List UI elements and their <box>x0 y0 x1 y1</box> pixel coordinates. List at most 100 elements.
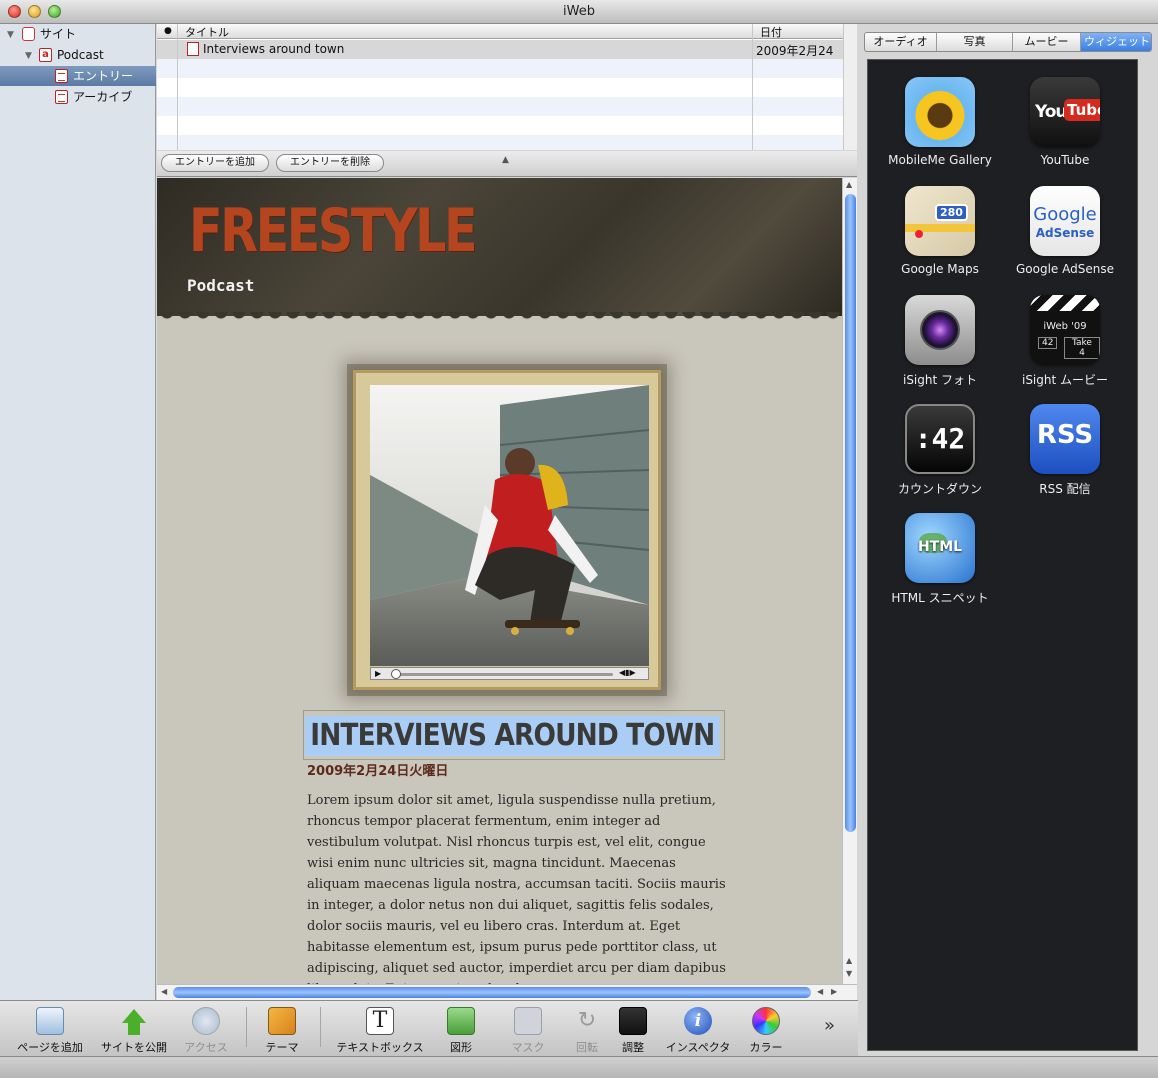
rss-text: RSS <box>1036 420 1094 450</box>
publish-arrow-icon <box>122 1009 146 1023</box>
table-row-empty <box>157 116 843 135</box>
sidebar-item-archive[interactable]: アーカイブ <box>0 87 156 107</box>
widget-rss[interactable]: RSS RSS 配信 <box>1000 404 1130 504</box>
youtube-icon: You Tube <box>1030 77 1100 147</box>
page-icon <box>55 90 68 104</box>
widget-youtube[interactable]: You Tube YouTube <box>1000 77 1130 177</box>
scroll-up-icon[interactable]: ▲ <box>846 956 852 965</box>
rss-icon: RSS <box>1030 404 1100 474</box>
youtube-logo-text: You <box>1035 102 1068 122</box>
disclosure-triangle-icon[interactable]: ▼ <box>7 25 14 45</box>
widget-countdown[interactable]: :42 カウントダウン <box>875 404 1005 504</box>
tool-label: 回転 <box>576 1041 598 1054</box>
media-player-controls[interactable]: ▶ ◀▮▶ <box>370 667 649 680</box>
scroll-up-icon[interactable]: ▲ <box>846 180 852 189</box>
widget-label: カウントダウン <box>897 482 982 496</box>
skateboarder-photo[interactable] <box>370 385 649 666</box>
site-title[interactable]: FREESTYLE <box>189 196 478 266</box>
scroll-left-icon[interactable]: ◀ <box>817 987 823 996</box>
volume-icon[interactable]: ◀▮▶ <box>619 668 636 677</box>
tab-photos[interactable]: 写真 <box>937 33 1013 51</box>
scroll-right-icon[interactable]: ▶ <box>831 987 837 996</box>
canvas-horizontal-scrollbar[interactable]: ◀ ◀ ▶ <box>157 984 857 1000</box>
entry-page-icon <box>187 42 199 56</box>
podcast-page-icon: a <box>39 48 52 62</box>
split-handle-icon[interactable]: ▲ <box>502 155 509 165</box>
playback-track[interactable] <box>393 673 613 676</box>
widget-label: HTML スニペット <box>891 591 989 605</box>
countdown-text: :42 <box>914 422 966 455</box>
tab-widgets[interactable]: ウィジェット <box>1081 33 1151 51</box>
widget-google-adsense[interactable]: Google AdSense Google AdSense <box>1000 186 1130 286</box>
playback-knob[interactable] <box>391 669 401 679</box>
sidebar-item-entries[interactable]: エントリー <box>0 66 156 86</box>
column-header-date[interactable]: 日付 <box>760 24 782 40</box>
sidebar-item-podcast[interactable]: ▼ a Podcast <box>0 45 156 65</box>
text-t-icon: T <box>366 1007 394 1035</box>
list-scrollbar[interactable] <box>843 24 857 150</box>
rotate-button[interactable]: ↻ 回転 <box>564 1007 610 1055</box>
visit-site-button[interactable]: アクセス <box>176 1007 236 1055</box>
sunflower-icon <box>905 77 975 147</box>
entry-date[interactable]: 2009年2月24日火曜日 <box>307 760 448 779</box>
sidebar-item-label: エントリー <box>73 69 134 83</box>
widget-html-snippet[interactable]: HTML HTML スニペット <box>875 513 1005 613</box>
photo-image <box>370 385 649 666</box>
widget-isight-photo[interactable]: iSight フォト <box>875 295 1005 395</box>
site-sidebar: ▼ サイト ▼ a Podcast エントリー アーカイブ <box>0 24 156 1000</box>
sidebar-item-label: Podcast <box>57 48 104 62</box>
toolbar-overflow-icon[interactable]: » <box>824 1015 835 1036</box>
media-browser: オーディオ 写真 ムービー ウィジェット MobileMe Gallery Yo… <box>858 24 1158 1056</box>
column-header-title[interactable]: タイトル <box>185 24 229 40</box>
html-globe-icon: HTML <box>905 513 975 583</box>
adsense-logo-text: Google <box>1033 204 1097 225</box>
add-entry-button[interactable]: エントリーを追加 <box>161 154 269 172</box>
tool-label: 図形 <box>450 1041 472 1054</box>
widget-label: MobileMe Gallery <box>888 153 992 167</box>
adsense-logo-text: AdSense <box>1035 226 1095 240</box>
disclosure-triangle-icon[interactable]: ▼ <box>25 46 32 66</box>
mask-icon <box>514 1007 542 1035</box>
widget-label: iSight ムービー <box>1021 373 1109 387</box>
widget-isight-movie[interactable]: iWeb '09 42 Take 4 iSight ムービー <box>1000 295 1130 395</box>
media-tabs: オーディオ 写真 ムービー ウィジェット <box>864 32 1152 52</box>
horizontal-scroll-thumb[interactable] <box>173 987 811 998</box>
scroll-left-icon[interactable]: ◀ <box>161 987 167 996</box>
mask-button[interactable]: マスク <box>502 1007 554 1055</box>
canvas-vertical-scrollbar[interactable]: ▲ ▲ ▼ <box>842 178 857 984</box>
tab-audio[interactable]: オーディオ <box>865 33 937 51</box>
tool-label: アクセス <box>184 1041 228 1054</box>
table-row[interactable]: Interviews around town 2009年2月24 <box>157 40 843 59</box>
tool-label: マスク <box>511 1041 545 1054</box>
rotate-icon: ↻ <box>577 1008 597 1033</box>
adjust-button[interactable]: 調整 <box>612 1007 654 1055</box>
delete-entry-button[interactable]: エントリーを削除 <box>276 154 384 172</box>
inspector-button[interactable]: i インスペクタ <box>662 1007 734 1055</box>
entry-title[interactable]: INTERVIEWS AROUND TOWN <box>305 716 720 756</box>
clapper-text: Take 4 <box>1064 337 1100 359</box>
toolbar-divider <box>246 1007 247 1047</box>
adjust-icon <box>619 1007 647 1035</box>
tab-movies[interactable]: ムービー <box>1013 33 1081 51</box>
entry-list: ● タイトル 日付 Interviews around town 2009年2月… <box>157 24 857 150</box>
colors-button[interactable]: カラー <box>740 1007 792 1055</box>
play-icon[interactable]: ▶ <box>375 669 381 678</box>
publish-site-button[interactable]: サイトを公開 <box>92 1007 176 1055</box>
scroll-down-icon[interactable]: ▼ <box>846 969 852 978</box>
site-subtitle[interactable]: Podcast <box>187 276 254 295</box>
widget-label: Google Maps <box>901 262 979 276</box>
media-frame[interactable]: ▶ ◀▮▶ <box>353 370 661 690</box>
textbox-button[interactable]: T テキストボックス <box>332 1007 428 1055</box>
shapes-button[interactable]: 図形 <box>436 1007 486 1055</box>
window-title: iWeb <box>563 4 595 19</box>
clapper-icon: iWeb '09 42 Take 4 <box>1030 295 1100 365</box>
theme-button[interactable]: テーマ <box>256 1007 308 1055</box>
widget-mobileme-gallery[interactable]: MobileMe Gallery <box>875 77 1005 177</box>
page-canvas[interactable]: FREESTYLE Podcast ▶ ◀▮▶ INTERVIEWS AROUN… <box>157 178 842 984</box>
sidebar-item-site[interactable]: ▼ サイト <box>0 24 156 44</box>
entry-body-text[interactable]: Lorem ipsum dolor sit amet, ligula suspe… <box>307 790 727 984</box>
add-page-button[interactable]: ページを追加 <box>10 1007 90 1055</box>
list-header: ● タイトル 日付 <box>157 24 843 39</box>
vertical-scroll-thumb[interactable] <box>845 194 856 832</box>
widget-google-maps[interactable]: 280 Google Maps <box>875 186 1005 286</box>
